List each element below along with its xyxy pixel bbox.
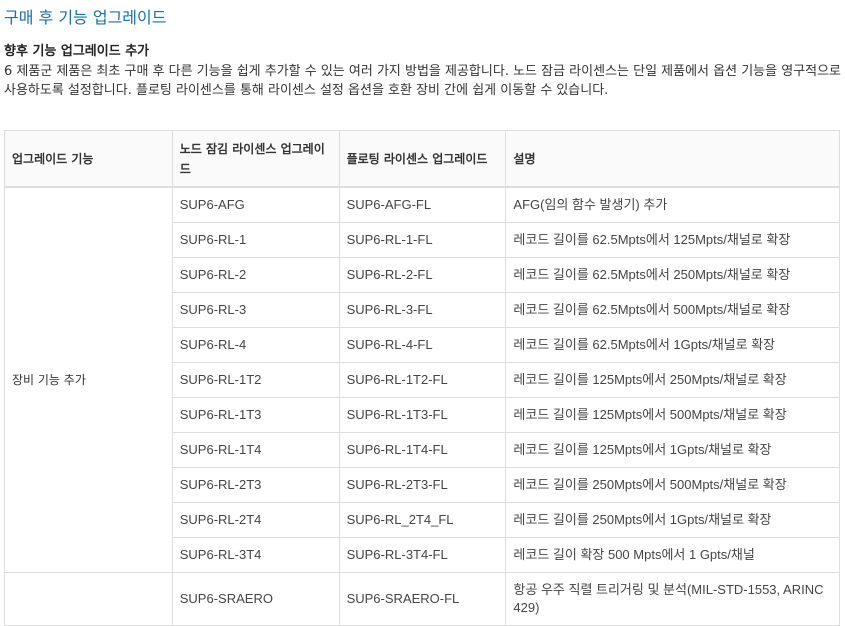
floating-license-cell: SUP6-RL-2T3-FL [338,467,507,503]
description-cell: 레코드 길이를 125Mpts에서 250Mpts/채널로 확장 [505,362,840,398]
description-cell: 레코드 길이를 250Mpts에서 500Mpts/채널로 확장 [505,467,840,503]
node-license-cell: SUP6-RL-2 [171,257,340,293]
node-license-cell: SUP6-RL-3 [171,292,340,328]
floating-license-cell: SUP6-RL-3-FL [338,292,507,328]
group-label: 장비 기능 추가 [4,186,173,573]
table-row: SUP6-SRAERO SUP6-SRAERO-FL 항공 우주 직렬 트리거링… [4,572,840,626]
floating-license-cell: SUP6-RL-1T2-FL [338,362,507,398]
node-license-cell: SUP6-AFG [171,186,340,223]
page: 구매 후 기능 업그레이드 향후 기능 업그레이드 추가 6 제품군 제품은 최… [0,0,845,626]
floating-license-cell: SUP6-RL-1-FL [338,222,507,258]
node-license-cell: SUP6-RL-4 [171,327,340,363]
node-license-cell: SUP6-RL-1T4 [171,432,340,468]
node-license-cell: SUP6-RL-2T3 [171,467,340,503]
node-license-cell: SUP6-RL-1T2 [171,362,340,398]
header-upgrade-feature: 업그레이드 기능 [4,130,173,188]
node-license-cell: SUP6-RL-2T4 [171,502,340,538]
upgrade-table: 업그레이드 기능 노드 잠김 라이센스 업그레이드 플로팅 라이센스 업그레이드… [4,130,840,626]
floating-license-cell: SUP6-RL-3T4-FL [338,537,507,573]
description-cell: 레코드 길이를 250Mpts에서 1Gpts/채널로 확장 [505,502,840,538]
description-cell: 레코드 길이를 62.5Mpts에서 250Mpts/채널로 확장 [505,257,840,293]
page-title: 구매 후 기능 업그레이드 [4,8,167,27]
floating-license-cell: SUP6-RL-1T4-FL [338,432,507,468]
description-cell: 레코드 길이를 125Mpts에서 500Mpts/채널로 확장 [505,397,840,433]
description-cell: 레코드 길이를 62.5Mpts에서 125Mpts/채널로 확장 [505,222,840,258]
table-row: 장비 기능 추가 SUP6-AFG SUP6-AFG-FL AFG(임의 함수 … [4,186,840,573]
floating-license-cell: SUP6-RL-4-FL [338,327,507,363]
description-cell: AFG(임의 함수 발생기) 추가 [505,186,840,223]
node-license-cell: SUP6-SRAERO [171,572,340,626]
floating-license-cell: SUP6-SRAERO-FL [338,572,507,626]
floating-license-cell: SUP6-RL-1T3-FL [338,397,507,433]
section-heading: 향후 기능 업그레이드 추가 [4,44,150,59]
header-node-locked: 노드 잠김 라이센스 업그레이드 [171,130,340,188]
node-license-cell: SUP6-RL-1T3 [171,397,340,433]
description-cell: 레코드 길이 확장 500 Mpts에서 1 Gpts/채널 [505,537,840,573]
description-cell: 레코드 길이를 62.5Mpts에서 500Mpts/채널로 확장 [505,292,840,328]
node-license-cell: SUP6-RL-1 [171,222,340,258]
intro-paragraph: 6 제품군 제품은 최초 구매 후 다른 기능을 쉽게 추가할 수 있는 여러 … [4,64,842,98]
description-cell: 레코드 길이를 125Mpts에서 1Gpts/채널로 확장 [505,432,840,468]
description-cell: 항공 우주 직렬 트리거링 및 분석(MIL-STD-1553, ARINC 4… [505,572,840,626]
node-license-cell: SUP6-RL-3T4 [171,537,340,573]
group-label [4,572,173,626]
floating-license-cell: SUP6-RL-2-FL [338,257,507,293]
header-description: 설명 [505,130,840,188]
header-floating: 플로팅 라이센스 업그레이드 [338,130,507,188]
description-cell: 레코드 길이를 62.5Mpts에서 1Gpts/채널로 확장 [505,327,840,363]
floating-license-cell: SUP6-RL_2T4_FL [338,502,507,538]
floating-license-cell: SUP6-AFG-FL [338,186,507,223]
table-header-row: 업그레이드 기능 노드 잠김 라이센스 업그레이드 플로팅 라이센스 업그레이드… [4,130,840,188]
